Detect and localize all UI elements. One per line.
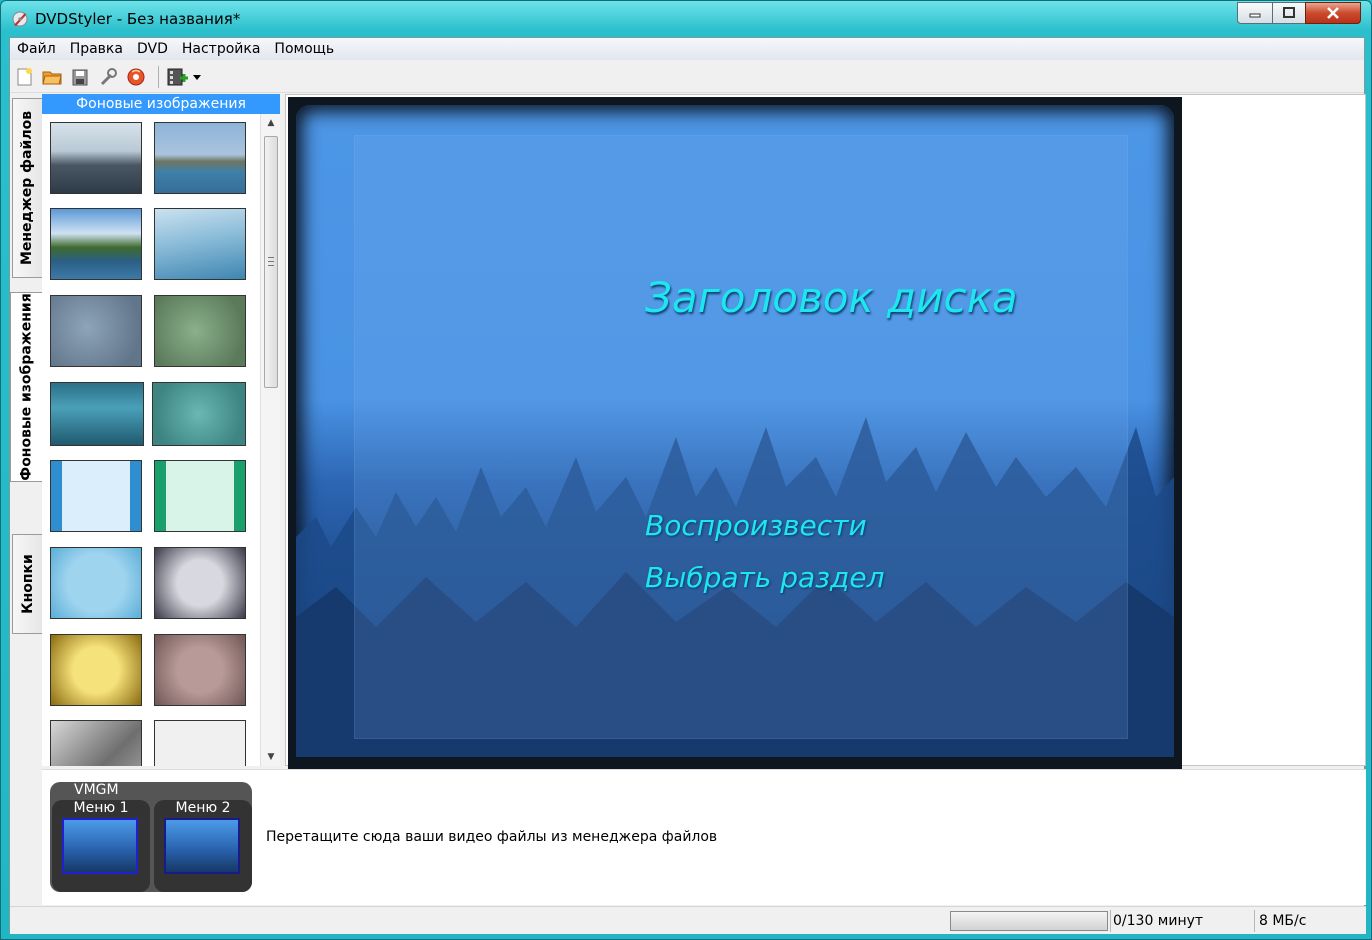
tab-file-manager[interactable]: Менеджер файлов [12,98,42,278]
save-icon [72,69,88,86]
background-thumb[interactable] [50,460,142,532]
burn-button[interactable] [125,66,147,88]
menu-help[interactable]: Помощь [267,38,341,60]
menu2-card[interactable]: Меню 2 [154,800,252,892]
background-thumb[interactable] [154,460,246,532]
duration-status: 0/130 минут [1113,913,1204,929]
close-button[interactable] [1305,2,1361,24]
panel-header: Фоновые изображения [42,94,280,114]
toolbar-separator [158,66,159,88]
toolbar [10,61,1364,93]
background-thumb[interactable] [154,208,246,280]
background-thumb[interactable] [50,382,144,446]
select-chapter-menu-button[interactable]: Выбрать раздел [645,561,885,594]
open-icon [42,71,62,85]
burn-icon [127,68,145,86]
scroll-thumb[interactable] [264,136,278,388]
tab-file-manager-label: Менеджер файлов [19,110,36,266]
tab-buttons[interactable]: Кнопки [12,534,42,634]
background-thumb[interactable] [50,634,142,706]
add-file-button[interactable] [166,66,188,88]
dvdstyler-app-icon [12,11,28,27]
menu-settings[interactable]: Настройка [175,38,268,60]
background-thumb[interactable] [50,720,142,766]
client-area: Файл Правка DVD Настройка Помощь Менедже… [9,37,1366,934]
disc-title-text[interactable]: Заголовок диска [645,273,1018,322]
minimize-button[interactable] [1237,2,1273,24]
titleset-left-margin [10,766,42,906]
background-thumb[interactable] [152,382,246,446]
menu-editor: Заголовок диска Воспроизвести Выбрать ра… [285,94,1366,769]
drop-files-hint: Перетащите сюда ваши видео файлы из мене… [266,829,718,845]
safe-area-frame [354,135,1128,739]
scroll-down-icon[interactable]: ▼ [261,748,281,766]
add-file-icon [167,68,188,86]
minimize-icon [1249,13,1261,18]
background-thumb[interactable] [50,547,142,619]
status-separator [1254,910,1255,932]
vmgm-label: VMGM [74,782,119,798]
title-bar: DVDStyler - Без названия* [1,1,1371,37]
menu2-thumbnail [164,818,240,874]
menu-background-image [296,105,1174,757]
side-tabs: Менеджер файлов Фоновые изображения Кноп… [10,94,43,766]
save-button[interactable] [69,66,91,88]
tab-backgrounds-label: Фоновые изображения [19,293,36,481]
maximize-button[interactable] [1272,2,1306,24]
menu-dvd[interactable]: DVD [130,38,175,60]
tab-backgrounds[interactable]: Фоновые изображения [10,292,43,482]
thumbnails-scrollbar[interactable]: ▲ ▼ [260,114,280,766]
add-file-dropdown[interactable] [190,66,204,88]
background-thumb[interactable] [50,122,142,194]
background-thumb[interactable] [50,295,142,367]
menu-bar: Файл Правка DVD Настройка Помощь [10,38,1364,60]
play-menu-button[interactable]: Воспроизвести [645,509,867,542]
disc-usage-progress-bar [950,911,1108,931]
maximize-icon [1283,7,1295,18]
vmgm-group[interactable]: VMGM Меню 1 Меню 2 [50,782,252,892]
background-thumb[interactable] [154,720,246,766]
background-thumb[interactable] [154,122,246,194]
open-button[interactable] [41,66,63,88]
tab-buttons-label: Кнопки [19,554,36,614]
scroll-up-icon[interactable]: ▲ [261,114,281,132]
menu1-thumbnail [62,818,138,874]
background-thumbnails [42,114,260,766]
dropdown-arrow-icon [193,75,201,80]
bitrate-status: 8 МБ/с [1259,913,1307,929]
background-thumb[interactable] [50,208,142,280]
menu-canvas[interactable]: Заголовок диска Воспроизвести Выбрать ра… [288,97,1182,769]
application-window: DVDStyler - Без названия* Файл Правка DV… [0,0,1372,940]
menu1-card[interactable]: Меню 1 [52,800,150,892]
scroll-grip-icon [268,257,274,266]
new-button[interactable] [13,66,35,88]
background-thumb[interactable] [154,547,246,619]
menu-file[interactable]: Файл [10,38,63,60]
settings-button[interactable] [97,66,119,88]
status-bar: 0/130 минут 8 МБ/с [10,906,1366,934]
menu2-label: Меню 2 [175,800,231,816]
background-thumb[interactable] [154,295,246,367]
close-icon [1327,7,1339,19]
menu1-label: Меню 1 [73,800,129,816]
new-icon [17,68,32,86]
window-title: DVDStyler - Без названия* [35,10,241,28]
titleset-manager: VMGM Меню 1 Меню 2 Перетащите сюда ваши … [42,769,1366,905]
settings-icon [100,68,117,86]
status-separator [1110,910,1111,932]
backgrounds-panel: Фоновые изображения ▲ ▼ [42,94,280,766]
menu-edit[interactable]: Правка [63,38,130,60]
background-thumb[interactable] [154,634,246,706]
